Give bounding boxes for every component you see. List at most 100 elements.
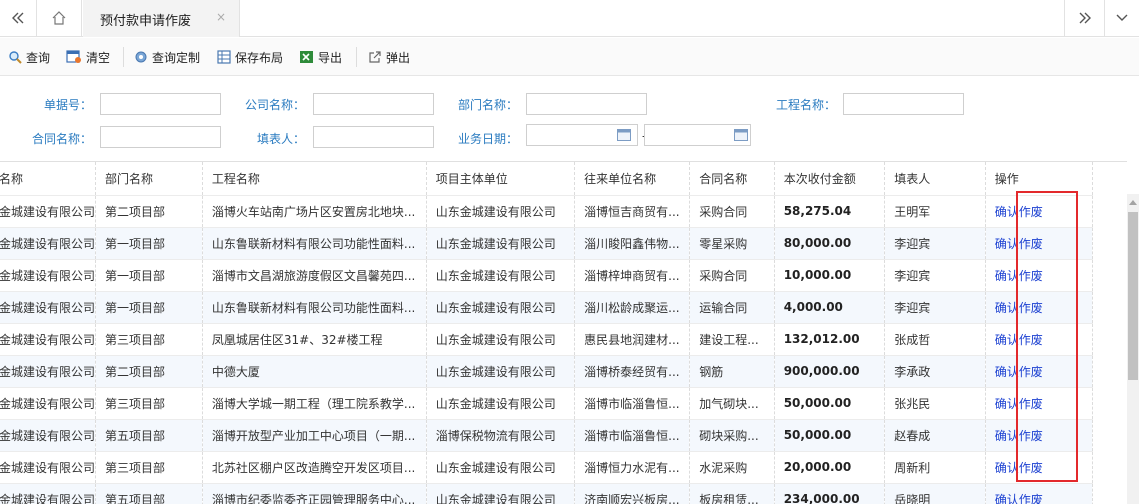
external-link-icon — [369, 51, 381, 63]
scrollbar-thumb[interactable] — [1128, 212, 1138, 380]
biz-date-label: 业务日期： — [458, 132, 519, 146]
export-button[interactable]: 导出 — [299, 49, 342, 65]
clear-label: 清空 — [86, 50, 111, 65]
cell-amount: 900,000.00 — [774, 355, 886, 388]
cell-amount: 80,000.00 — [774, 227, 886, 260]
custom-query-label: 查询定制 — [152, 50, 201, 65]
cell-partner: 惠民县地润建材... — [574, 323, 691, 356]
cell-filler: 李迎宾 — [884, 259, 986, 292]
table-row[interactable]: 山东金城建设有限公司第二项目部中德大厦山东金城建设有限公司淄博桥泰经贸有...钢… — [0, 355, 1094, 388]
cell-amount: 132,012.00 — [774, 323, 886, 356]
cell-main-unit: 山东金城建设有限公司 — [426, 291, 576, 324]
cell-filler: 李承政 — [884, 355, 986, 388]
project-input[interactable] — [843, 93, 964, 115]
cell-action[interactable]: 确认作废 — [985, 483, 1094, 504]
cell-dept: 第一项目部 — [95, 291, 203, 324]
scroll-tabs-left-button[interactable] — [0, 0, 37, 36]
cell-filler: 张成哲 — [884, 323, 986, 356]
company-label: 公司名称： — [245, 98, 306, 112]
cell-company: 山东金城建设有限公司 — [0, 323, 97, 356]
cell-company: 山东金城建设有限公司 — [0, 483, 97, 504]
toolbar-divider — [123, 47, 124, 67]
popup-button[interactable]: 弹出 — [368, 49, 410, 65]
cell-amount: 234,000.00 — [774, 483, 886, 504]
col-header-contract[interactable]: 合同名称 — [689, 162, 775, 196]
calendar-icon[interactable] — [617, 128, 631, 141]
cell-company: 山东金城建设有限公司 — [0, 451, 97, 484]
cell-project: 北苏社区棚户区改造腾空开发区项目... — [202, 451, 427, 484]
col-header-partner[interactable]: 往来单位名称 — [574, 162, 691, 196]
home-button[interactable] — [37, 0, 82, 36]
cell-main-unit: 山东金城建设有限公司 — [426, 387, 576, 420]
cell-main-unit: 山东金城建设有限公司 — [426, 451, 576, 484]
table-row[interactable]: 山东金城建设有限公司第三项目部凤凰城居住区31#、32#楼工程山东金城建设有限公… — [0, 323, 1094, 356]
query-button[interactable]: 查询 — [8, 49, 50, 65]
cell-project: 淄博火车站南广场片区安置房北地块... — [202, 195, 427, 228]
col-header-amount[interactable]: 本次收付金额 — [774, 162, 886, 196]
cell-dept: 第二项目部 — [95, 355, 203, 388]
doc-no-label: 单据号： — [44, 98, 93, 112]
scroll-up-button[interactable] — [1127, 194, 1139, 210]
filter-form: 单据号： 公司名称： 部门名称： 工程名称： 合同名称： 填表人： 业务日期： … — [0, 77, 1139, 161]
cell-filler: 赵春成 — [884, 419, 986, 452]
col-header-main-unit[interactable]: 项目主体单位 — [426, 162, 576, 196]
cell-dept: 第一项目部 — [95, 227, 203, 260]
clear-button[interactable]: 清空 — [66, 49, 110, 65]
col-header-company[interactable]: 公司名称 — [0, 162, 97, 196]
table-row[interactable]: 山东金城建设有限公司第五项目部淄博市纪委监委齐正园管理服务中心...山东金城建设… — [0, 483, 1094, 504]
cell-project: 淄博市文昌湖旅游度假区文昌馨苑四... — [202, 259, 427, 292]
tab-prepayment-void[interactable]: 预付款申请作废 × — [83, 0, 240, 37]
tab-close-icon[interactable]: × — [216, 10, 226, 24]
vertical-scrollbar[interactable] — [1127, 194, 1139, 504]
custom-query-button[interactable]: 查询定制 — [134, 49, 200, 65]
table-row[interactable]: 山东金城建设有限公司第三项目部淄博大学城一期工程（理工院系教学...山东金城建设… — [0, 387, 1094, 420]
col-header-filler[interactable]: 填表人 — [884, 162, 986, 196]
table-row[interactable]: 山东金城建设有限公司第二项目部淄博火车站南广场片区安置房北地块...山东金城建设… — [0, 195, 1094, 228]
table-row[interactable]: 山东金城建设有限公司第一项目部山东鲁联新材料有限公司功能性面料...山东金城建设… — [0, 291, 1094, 324]
doc-no-input[interactable] — [100, 93, 221, 115]
contract-input[interactable] — [100, 126, 221, 148]
project-label: 工程名称： — [776, 98, 837, 112]
cell-project: 中德大厦 — [202, 355, 427, 388]
data-grid: 公司名称 部门名称 工程名称 项目主体单位 往来单位名称 合同名称 本次收付金额… — [0, 161, 1127, 504]
table-row[interactable]: 山东金城建设有限公司第一项目部山东鲁联新材料有限公司功能性面料...山东金城建设… — [0, 227, 1094, 260]
excel-icon — [300, 51, 313, 63]
dept-label: 部门名称： — [458, 98, 519, 112]
cell-company: 山东金城建设有限公司 — [0, 387, 97, 420]
grid-header-row: 公司名称 部门名称 工程名称 项目主体单位 往来单位名称 合同名称 本次收付金额… — [0, 162, 1094, 196]
dept-input[interactable] — [526, 93, 647, 115]
cell-partner: 济南顺宏兴板房... — [574, 483, 691, 504]
cell-partner: 淄博梓坤商贸有... — [574, 259, 691, 292]
save-layout-label: 保存布局 — [235, 50, 284, 65]
col-header-project[interactable]: 工程名称 — [202, 162, 427, 196]
action-column-highlight — [1016, 191, 1078, 482]
grid-table: 公司名称 部门名称 工程名称 项目主体单位 往来单位名称 合同名称 本次收付金额… — [0, 162, 1094, 504]
cell-dept: 第三项目部 — [95, 451, 203, 484]
gear-icon — [135, 51, 147, 63]
table-row[interactable]: 山东金城建设有限公司第三项目部北苏社区棚户区改造腾空开发区项目...山东金城建设… — [0, 451, 1094, 484]
cell-filler: 岳晓明 — [884, 483, 986, 504]
cell-main-unit: 山东金城建设有限公司 — [426, 483, 576, 504]
filler-input[interactable] — [313, 126, 434, 148]
cell-amount: 10,000.00 — [774, 259, 886, 292]
cell-main-unit: 山东金城建设有限公司 — [426, 355, 576, 388]
cell-amount: 50,000.00 — [774, 387, 886, 420]
cell-contract: 砌块采购... — [689, 419, 775, 452]
cell-main-unit: 淄博保税物流有限公司 — [426, 419, 576, 452]
tab-menu-button[interactable] — [1104, 0, 1139, 36]
scroll-tabs-right-button[interactable] — [1064, 0, 1104, 36]
cell-company: 山东金城建设有限公司 — [0, 227, 97, 260]
save-layout-button[interactable]: 保存布局 — [217, 49, 283, 65]
calendar-icon[interactable] — [734, 128, 748, 141]
cell-amount: 58,275.04 — [774, 195, 886, 228]
col-header-dept[interactable]: 部门名称 — [95, 162, 203, 196]
table-row[interactable]: 山东金城建设有限公司第五项目部淄博开放型产业加工中心项目（一期...淄博保税物流… — [0, 419, 1094, 452]
chevron-down-icon — [1116, 14, 1128, 21]
cell-contract: 零星采购 — [689, 227, 775, 260]
cell-dept: 第二项目部 — [95, 195, 203, 228]
cell-contract: 采购合同 — [689, 195, 775, 228]
company-input[interactable] — [313, 93, 434, 115]
toolbar-divider — [356, 47, 357, 67]
filler-label: 填表人： — [257, 132, 306, 146]
table-row[interactable]: 山东金城建设有限公司第一项目部淄博市文昌湖旅游度假区文昌馨苑四...山东金城建设… — [0, 259, 1094, 292]
